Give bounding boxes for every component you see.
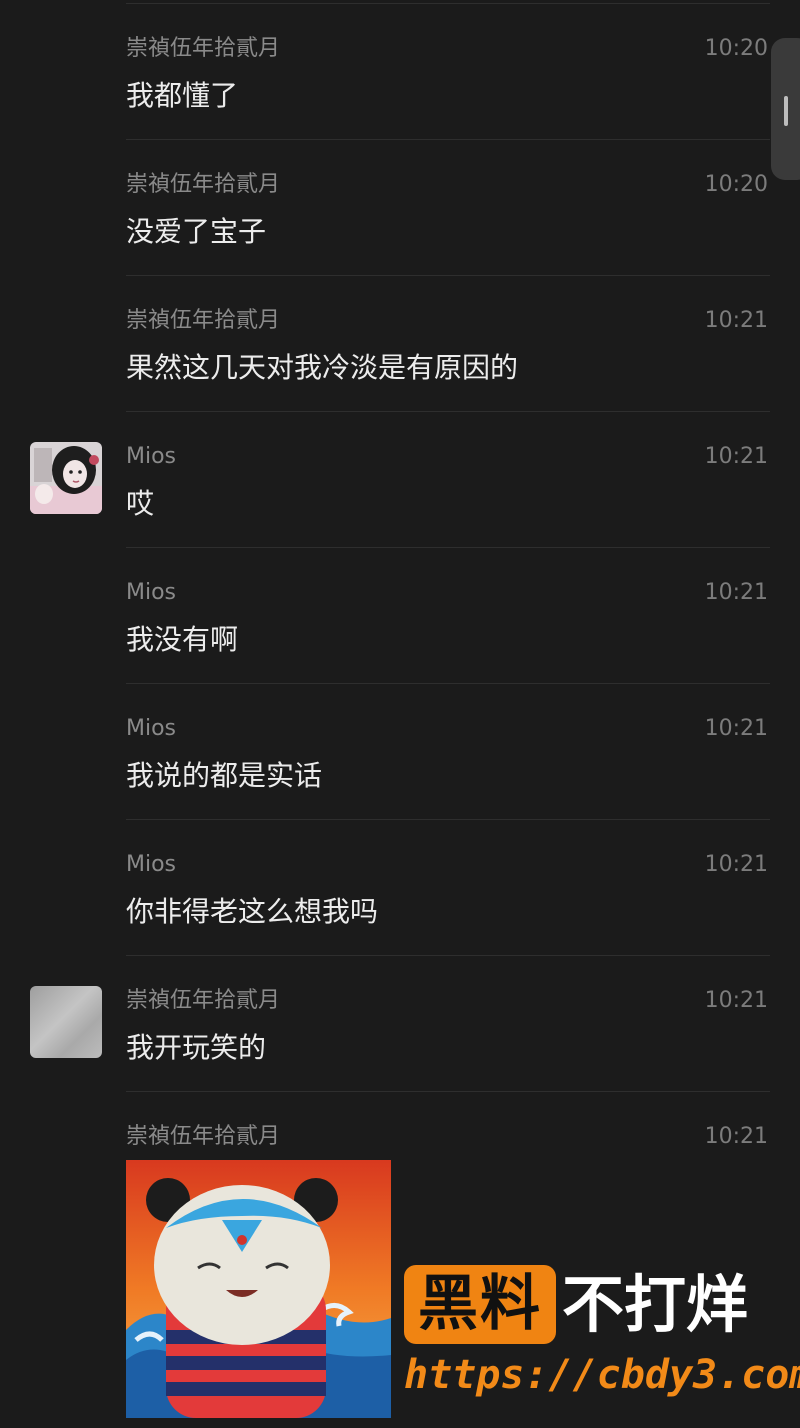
message-row[interactable]: 崇禎伍年拾貳月 10:21 我开玩笑的 — [0, 956, 800, 1092]
scroll-handle-grip[interactable] — [784, 96, 788, 126]
message-text: 我都懂了 — [126, 79, 239, 112]
message-time: 10:20 — [704, 172, 768, 197]
sender-name: Mios — [126, 580, 177, 605]
message-row[interactable]: 崇禎伍年拾貳月 10:20 我都懂了 — [0, 4, 800, 140]
message-row[interactable]: Mios 10:21 你非得老这么想我吗 — [0, 820, 800, 956]
sender-name: 崇禎伍年拾貳月 — [126, 172, 281, 197]
message-time: 10:21 — [704, 852, 768, 877]
watermark-url: https://cbdy3.com — [404, 1352, 800, 1398]
sender-name: 崇禎伍年拾貳月 — [126, 308, 281, 333]
message-row[interactable]: 崇禎伍年拾貳月 10:20 没爱了宝子 — [0, 140, 800, 276]
sender-name: Mios — [126, 716, 177, 741]
sender-name: 崇禎伍年拾貳月 — [126, 1124, 281, 1149]
sticker-image[interactable] — [126, 1160, 391, 1418]
avatar[interactable] — [30, 442, 102, 514]
sender-name: Mios — [126, 444, 177, 469]
message-text: 我说的都是实话 — [126, 759, 323, 792]
message-text: 果然这几天对我冷淡是有原因的 — [126, 351, 519, 384]
message-text: 没爱了宝子 — [126, 215, 267, 248]
message-text: 哎 — [126, 487, 155, 520]
message-time: 10:21 — [704, 444, 768, 469]
avatar[interactable] — [30, 986, 102, 1058]
message-text: 我没有啊 — [126, 623, 239, 656]
watermark-text: 不打烊 — [562, 1268, 749, 1341]
sender-name: 崇禎伍年拾貳月 — [126, 988, 281, 1013]
message-row[interactable]: 崇禎伍年拾貳月 10:21 果然这几天对我冷淡是有原因的 — [0, 276, 800, 412]
message-row[interactable]: Mios 10:21 我说的都是实话 — [0, 684, 800, 820]
message-time: 10:21 — [704, 716, 768, 741]
sender-name: Mios — [126, 852, 177, 877]
message-time: 10:21 — [704, 1124, 768, 1149]
message-time: 10:21 — [704, 308, 768, 333]
message-time: 10:21 — [704, 580, 768, 605]
message-time: 10:20 — [704, 36, 768, 61]
message-time: 10:21 — [704, 988, 768, 1013]
sender-name: 崇禎伍年拾貳月 — [126, 36, 281, 61]
watermark-badge: 黑料 — [404, 1265, 556, 1344]
watermark-badge-text: 黑料 — [418, 1269, 542, 1339]
message-row[interactable]: Mios 10:21 哎 — [0, 412, 800, 548]
message-row[interactable]: Mios 10:21 我没有啊 — [0, 548, 800, 684]
message-text: 你非得老这么想我吗 — [126, 895, 379, 928]
message-text: 我开玩笑的 — [126, 1031, 267, 1064]
